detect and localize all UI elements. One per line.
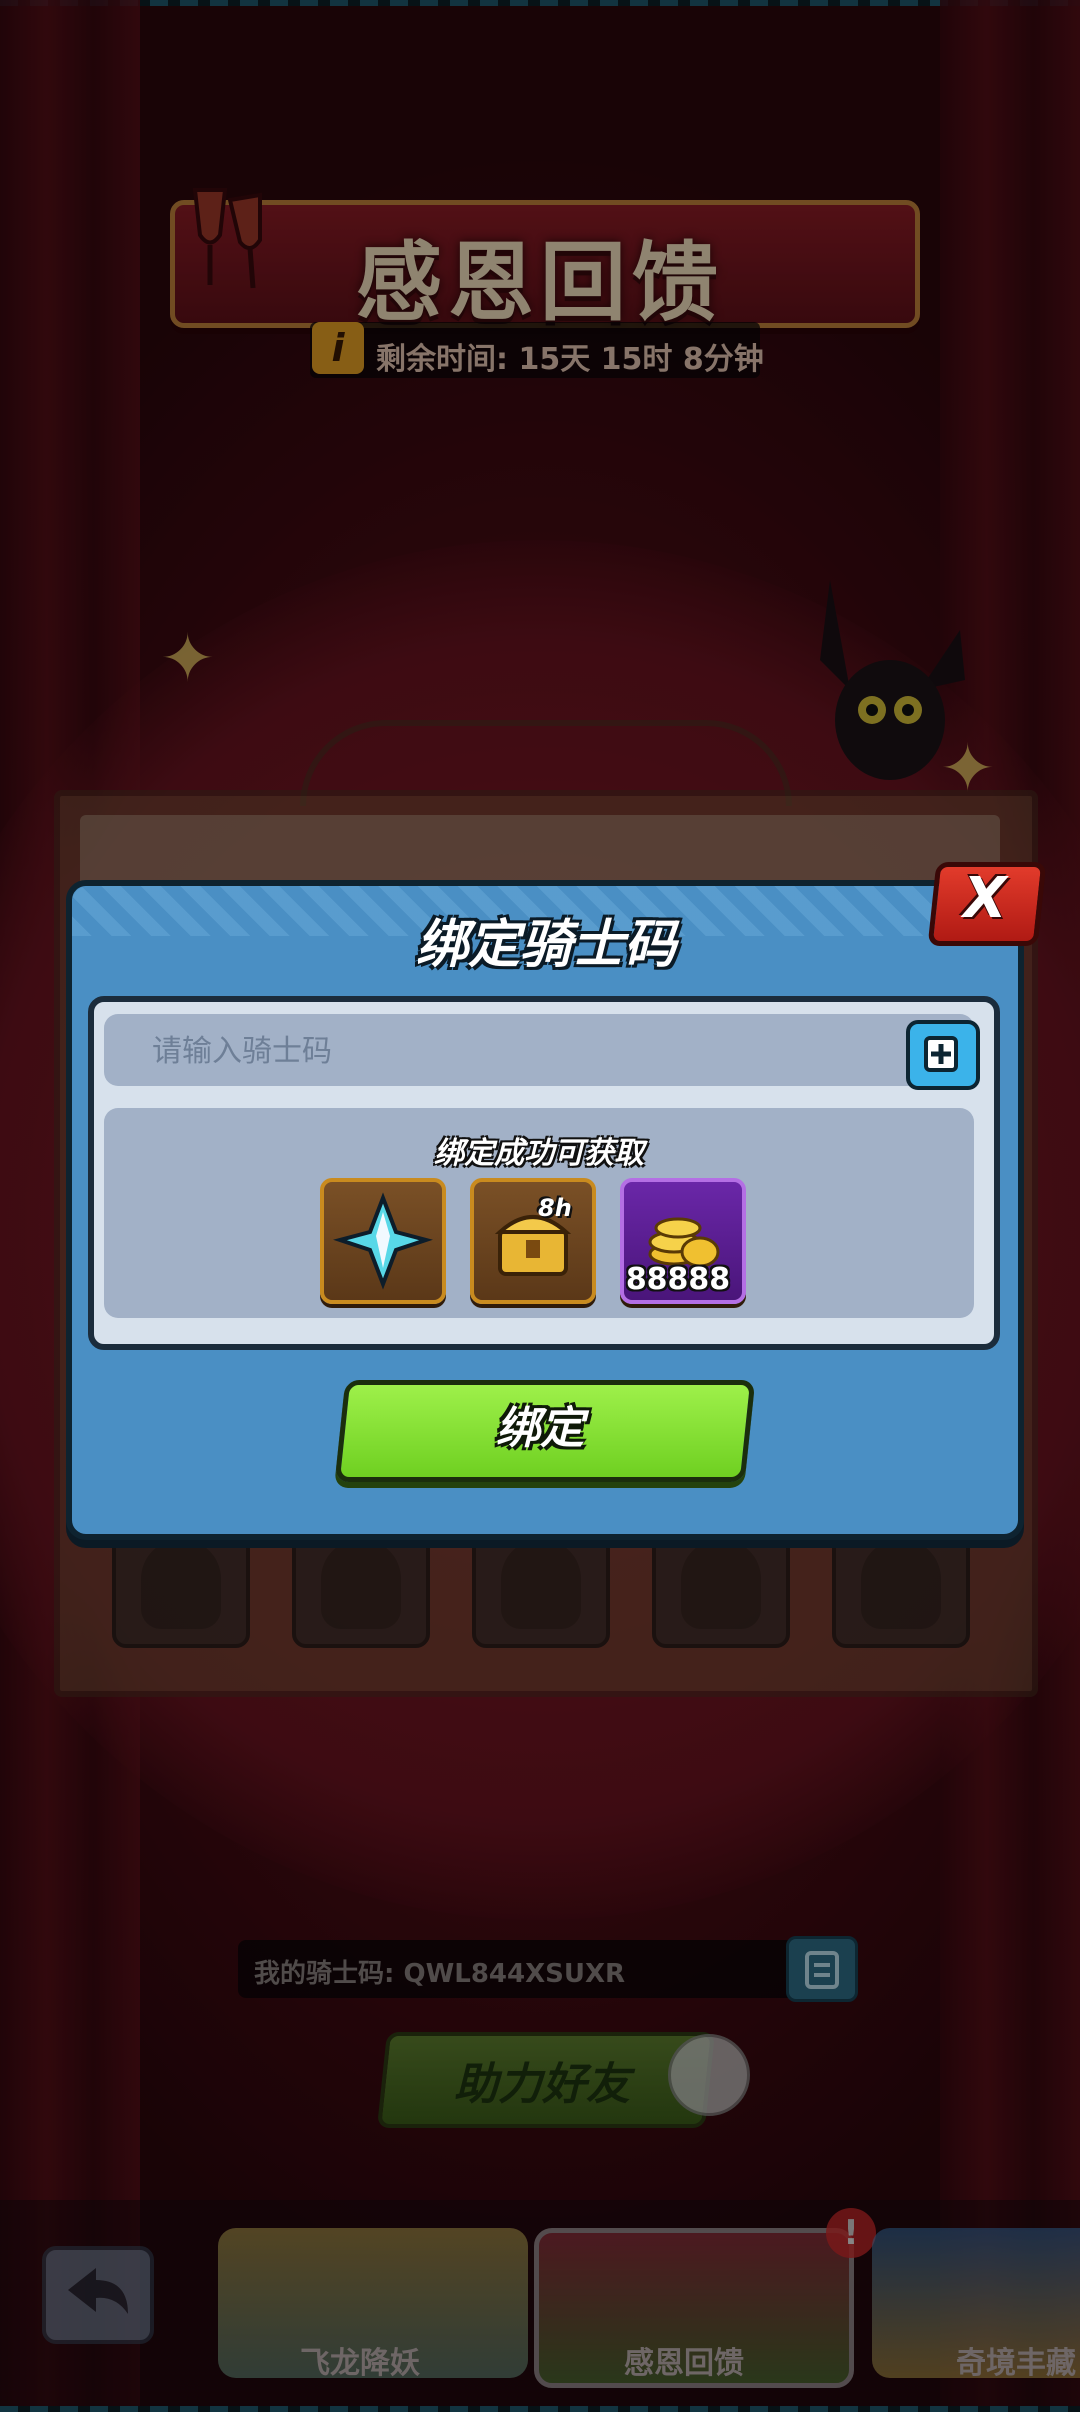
- paste-button[interactable]: [906, 1020, 980, 1090]
- reward-item[interactable]: [470, 1178, 596, 1304]
- dialog-title: 绑定骑士码: [415, 915, 676, 975]
- knight-code-input[interactable]: [150, 1024, 894, 1078]
- reward-title: 绑定成功可获取: [434, 1136, 644, 1171]
- paste-plus-icon: [924, 1036, 958, 1072]
- treasure-chest-icon: [494, 1215, 572, 1276]
- reward-item[interactable]: [320, 1178, 446, 1304]
- reward-quantity: 88888: [625, 1262, 731, 1297]
- reward-duration: 8h: [538, 1194, 572, 1222]
- diamond-crystal-icon: [333, 1192, 433, 1290]
- bind-button[interactable]: [334, 1380, 756, 1482]
- close-button[interactable]: [927, 862, 1047, 946]
